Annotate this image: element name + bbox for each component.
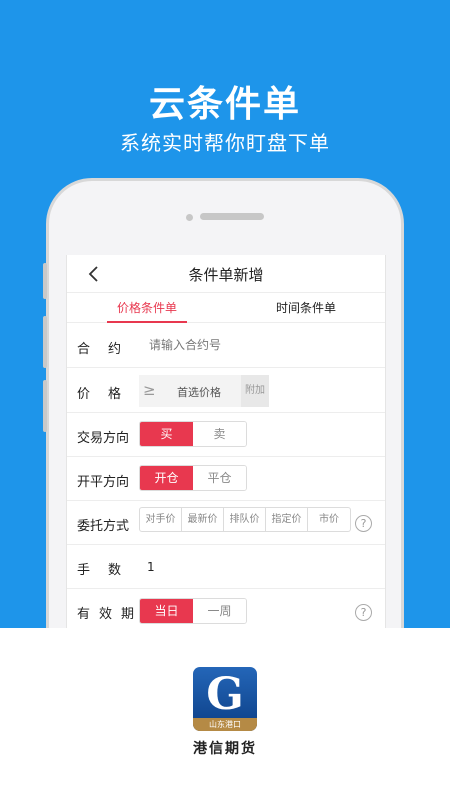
order-type-option[interactable]: 排队价	[224, 508, 266, 531]
close-position-button[interactable]: 平仓	[193, 466, 246, 490]
sell-button[interactable]: 卖	[193, 422, 246, 446]
validity-label: 有效期	[77, 607, 144, 622]
page-title: 条件单新增	[188, 266, 264, 284]
phone-side-button	[43, 263, 47, 299]
price-addon-button[interactable]: 附加	[241, 375, 269, 407]
order-type-row: 委托方式 对手价 最新价 排队价 指定价 市价 ?	[67, 502, 385, 545]
phone-side-button	[43, 316, 47, 368]
price-row: 价格 ≥ 首选价格 附加	[67, 369, 385, 413]
order-type-option[interactable]: 对手价	[140, 508, 182, 531]
contract-label: 合约	[77, 342, 140, 357]
order-type-label: 委托方式	[77, 519, 130, 534]
quantity-row: 手数 1	[67, 546, 385, 589]
brand-name: 港信期货	[193, 741, 257, 757]
open-close-label: 开平方向	[77, 475, 130, 490]
phone-side-button	[43, 380, 47, 432]
direction-row: 交易方向 买 卖	[67, 414, 385, 457]
phone-speaker	[200, 213, 264, 220]
price-placeholder: 首选价格	[177, 386, 221, 399]
price-label: 价格	[77, 387, 140, 402]
app-logo: G 山东港口	[193, 667, 257, 731]
help-icon[interactable]: ?	[355, 604, 372, 621]
order-type-option[interactable]: 指定价	[266, 508, 308, 531]
tab-time-condition[interactable]: 时间条件单	[276, 299, 336, 316]
buy-button[interactable]: 买	[140, 422, 193, 446]
order-type-option[interactable]: 最新价	[182, 508, 224, 531]
one-week-button[interactable]: 一周	[193, 599, 246, 623]
validity-toggle: 当日 一周	[139, 598, 247, 624]
tab-bar: 价格条件单 时间条件单	[67, 293, 385, 323]
quantity-input[interactable]: 1	[147, 560, 155, 574]
open-close-toggle: 开仓 平仓	[139, 465, 247, 491]
app-screen: 条件单新增 价格条件单 时间条件单 合约 请输入合约号 价格 ≥ 首选价格 附加…	[66, 255, 386, 635]
quantity-label: 手数	[77, 563, 140, 578]
order-type-option[interactable]: 市价	[308, 508, 350, 531]
promo-subheadline: 系统实时帮你盯盘下单	[120, 131, 330, 155]
phone-camera	[186, 214, 193, 221]
price-operator[interactable]: ≥	[143, 381, 156, 399]
navigation-bar: 条件单新增	[67, 255, 385, 293]
direction-label: 交易方向	[77, 431, 130, 446]
contract-input[interactable]: 请输入合约号	[149, 336, 221, 353]
contract-row: 合约 请输入合约号	[67, 324, 385, 368]
open-close-row: 开平方向 开仓 平仓	[67, 458, 385, 501]
logo-letter: G	[206, 669, 244, 720]
tab-price-condition[interactable]: 价格条件单	[117, 299, 177, 316]
price-input[interactable]: ≥ 首选价格 附加	[139, 375, 269, 407]
help-icon[interactable]: ?	[355, 515, 372, 532]
active-tab-indicator	[107, 321, 187, 323]
direction-toggle: 买 卖	[139, 421, 247, 447]
today-button[interactable]: 当日	[140, 599, 193, 623]
logo-badge: 山东港口	[193, 718, 257, 731]
open-position-button[interactable]: 开仓	[140, 466, 193, 490]
order-type-selector: 对手价 最新价 排队价 指定价 市价	[139, 507, 351, 532]
promo-headline: 云条件单	[148, 84, 301, 125]
